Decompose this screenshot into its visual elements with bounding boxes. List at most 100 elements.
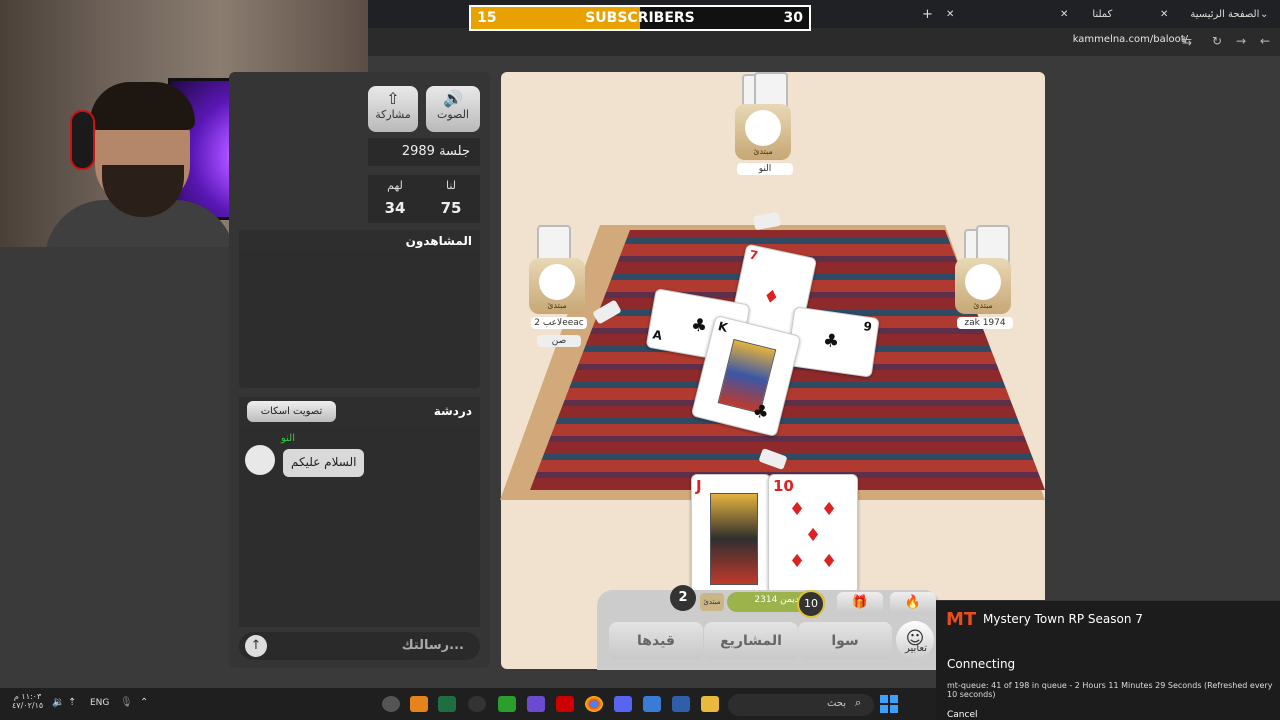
site-settings-icon[interactable]: ⇆: [1182, 34, 1192, 48]
xbox-icon[interactable]: [498, 696, 516, 712]
share-button[interactable]: ⇧ مشاركة: [368, 86, 418, 132]
card-suit: ♦: [821, 551, 838, 572]
player-name-right: zak 1974: [957, 317, 1013, 329]
clock-date: ٤٧/٠٢/١٥: [12, 701, 44, 710]
gift-icon: 🎁: [851, 595, 869, 610]
speaker-icon[interactable]: 🔉: [52, 697, 64, 708]
notification-detail: mt-queue: 41 of 198 in queue - 2 Hours 1…: [947, 681, 1273, 699]
cancel-button[interactable]: Cancel: [947, 710, 978, 720]
new-tab-button[interactable]: +: [922, 4, 933, 24]
reload-icon[interactable]: ↻: [1212, 34, 1222, 48]
card-suit: ♦: [789, 551, 806, 572]
app-icon[interactable]: [468, 696, 486, 712]
app-icon[interactable]: [556, 696, 574, 712]
them-label: لهم: [387, 179, 403, 192]
turn-timer: 10: [797, 590, 825, 618]
player-rank: مبتدئ: [547, 301, 567, 310]
qaydha-button[interactable]: قيدها: [609, 622, 703, 660]
mic-icon[interactable]: 🎙: [120, 697, 133, 708]
trick-card-right: 9 ♣: [786, 306, 880, 378]
card-rank: 9: [862, 319, 873, 335]
tab-home[interactable]: ✕ الصفحة الرئيسية: [1160, 4, 1259, 24]
hand-card[interactable]: J: [691, 474, 771, 594]
store-icon[interactable]: [643, 696, 661, 712]
avatar: [245, 445, 275, 475]
tab-kammelna[interactable]: ✕ كملنا: [1060, 4, 1112, 24]
mt-logo-icon: MT: [946, 609, 977, 630]
avatar: [745, 110, 781, 146]
us-score: 75: [440, 199, 462, 217]
card-rank: 10: [773, 477, 794, 495]
mute-vote-button[interactable]: تصويت اسكات: [247, 401, 336, 422]
notification-status: Connecting: [947, 657, 1016, 671]
player-rank: مبتدئ: [973, 301, 993, 310]
spectators-list: [239, 252, 480, 388]
notification-title: Mystery Town RP Season 7: [983, 612, 1143, 626]
player-name-left: لاعب 2eeac: [531, 317, 587, 329]
player-avatar-left[interactable]: مبتدئ: [529, 258, 585, 314]
scoreboard: لنا لهم 75 34: [368, 175, 480, 223]
headset: [70, 110, 95, 170]
taskbar-search[interactable]: بحث: [728, 694, 874, 716]
gift-button[interactable]: 🎁: [837, 592, 883, 614]
sound-label: الصوت: [437, 108, 469, 121]
sound-button[interactable]: 🔊 الصوت: [426, 86, 480, 132]
send-arrow-icon[interactable]: ↑: [245, 635, 267, 657]
clock-time: ١١:٠٣ م: [13, 692, 42, 701]
app-icon[interactable]: [672, 696, 690, 712]
player-avatar-right[interactable]: مبتدئ: [955, 258, 1011, 314]
card-rank: K: [716, 319, 730, 335]
chat-input[interactable]: رسالتك...: [239, 632, 480, 660]
language-indicator[interactable]: ENG: [90, 698, 109, 708]
tab-menu-chevron-icon[interactable]: ⌄: [1260, 4, 1268, 24]
close-icon[interactable]: ✕: [946, 4, 954, 24]
wifi-icon[interactable]: ⇡: [68, 697, 76, 708]
tab-label: كملنا: [1092, 8, 1113, 20]
chat-sender: النو: [281, 433, 296, 444]
player-avatar-top[interactable]: مبتدئ: [735, 104, 791, 160]
tab-close-icon[interactable]: ✕: [1160, 9, 1168, 20]
avatar: [539, 264, 575, 300]
tab-close-icon[interactable]: ✕: [1060, 9, 1068, 20]
hand-card[interactable]: 10 ♦ ♦ ♦ ♦ ♦: [768, 474, 858, 594]
back-icon[interactable]: ←: [1260, 34, 1270, 48]
card-suit: ♦: [805, 525, 822, 546]
tab-label: الصفحة الرئيسية: [1190, 8, 1260, 20]
them-score: 34: [384, 199, 406, 217]
gamepad-icon[interactable]: [527, 696, 545, 712]
chevron-up-icon[interactable]: ⌃: [140, 697, 148, 708]
speaker-icon: 🔊: [443, 89, 463, 108]
chat-header: دردشة تصويت اسكات: [239, 397, 480, 427]
card-suit: ♦: [761, 285, 782, 310]
forward-icon[interactable]: →: [1236, 34, 1246, 48]
discord-icon[interactable]: [614, 696, 632, 712]
projects-button[interactable]: المشاريع: [704, 622, 798, 660]
player-name-top: النو: [737, 163, 793, 175]
card-rank: 7: [748, 247, 760, 263]
url-text[interactable]: kammelna.com/baloot/: [1073, 34, 1188, 45]
chat-message: السلام عليكم: [283, 449, 365, 477]
fire-icon: 🔥: [904, 595, 922, 610]
app-icon[interactable]: [438, 696, 456, 712]
card-rank: A: [651, 327, 664, 343]
share-label: مشاركة: [375, 108, 411, 121]
jack-face: [710, 493, 758, 585]
app-icon[interactable]: [382, 696, 400, 712]
sawa-button[interactable]: سوا: [798, 622, 892, 660]
share-icon: ⇧: [386, 89, 400, 108]
clock[interactable]: ١١:٠٣ م ٤٧/٠٢/١٥: [12, 692, 43, 710]
folder-icon[interactable]: [701, 696, 719, 712]
avatar: [965, 264, 1001, 300]
chrome-icon[interactable]: [585, 696, 603, 712]
card-suit: ♦: [789, 499, 806, 520]
rank-tag: مبتدئ: [700, 593, 724, 611]
subscriber-goal-bar: 15 SUBSCRIBERS 30: [469, 5, 811, 31]
app-icon[interactable]: [410, 696, 428, 712]
card-suit: ♣: [689, 313, 709, 338]
spectators-header: المشاهدون: [239, 230, 480, 252]
windows-start-icon[interactable]: [880, 695, 898, 713]
card-suit: ♣: [750, 400, 772, 425]
player-rank: مبتدئ: [753, 147, 773, 156]
card-suit: ♦: [821, 499, 838, 520]
fire-button[interactable]: 🔥: [890, 592, 936, 614]
